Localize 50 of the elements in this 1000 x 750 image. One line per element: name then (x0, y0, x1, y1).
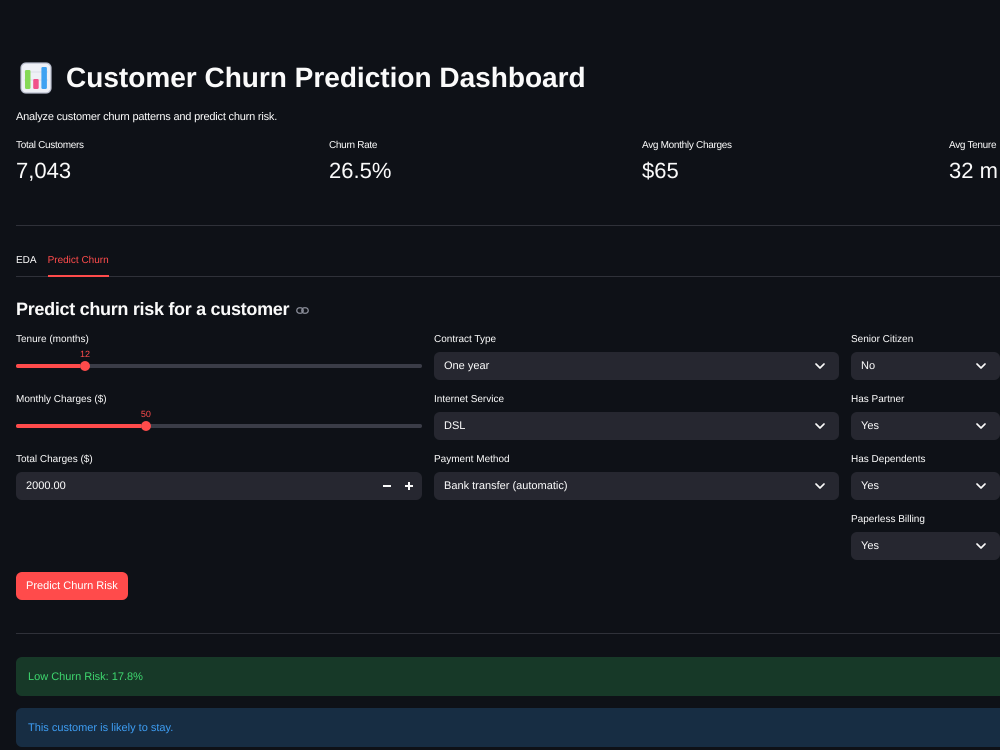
field-label: Monthly Charges ($) (16, 393, 107, 407)
page-title: Customer Churn Prediction Dashboard (66, 61, 586, 95)
slider-value: 12 (80, 349, 90, 359)
select-dropdown[interactable]: Bank transfer (automatic) (434, 472, 839, 500)
number-input[interactable]: 2000.00 (16, 472, 422, 500)
field-label: Senior Citizen (851, 333, 914, 347)
field-label: Has Partner (851, 393, 904, 407)
slider-track[interactable] (16, 364, 422, 368)
link-icon (296, 306, 310, 314)
metric-label: Churn Rate (329, 139, 378, 153)
select-dropdown[interactable]: No (851, 352, 1000, 380)
field-label: Tenure (months) (16, 333, 89, 347)
metric-value: $65 (642, 157, 679, 185)
slider-thumb[interactable] (80, 361, 90, 371)
select-dropdown[interactable]: Yes (851, 412, 1000, 440)
field-label: Total Charges ($) (16, 453, 93, 467)
select-dropdown[interactable]: DSL (434, 412, 839, 440)
tab[interactable]: Predict Churn (48, 254, 109, 277)
field-label: Internet Service (434, 393, 504, 407)
metric-value: 7,043 (16, 157, 72, 185)
success-message: Low Churn Risk: 17.8% (16, 657, 1000, 696)
slider-track[interactable] (16, 424, 422, 428)
select-dropdown[interactable]: Yes (851, 472, 1000, 500)
chevron-down-icon (976, 543, 986, 549)
slider-value: 50 (140, 409, 151, 419)
chevron-down-icon (976, 483, 986, 489)
chevron-down-icon (976, 423, 986, 429)
metric-value: 26.5% (329, 157, 392, 185)
minus-icon (383, 485, 391, 487)
field-label: Contract Type (434, 333, 496, 347)
chevron-down-icon (976, 363, 986, 369)
field-label: Payment Method (434, 453, 510, 467)
select-dropdown[interactable]: Yes (851, 532, 1000, 560)
section-heading: Predict churn risk for a customer (16, 298, 290, 321)
field-label: Paperless Billing (851, 513, 925, 527)
slider-thumb[interactable] (140, 421, 151, 431)
chevron-down-icon (815, 363, 825, 369)
plus-icon (405, 482, 413, 490)
field-label: Has Dependents (851, 453, 926, 467)
select-dropdown[interactable]: One year (434, 352, 839, 380)
metric-label: Avg Tenure (949, 139, 996, 153)
bar-chart-icon (20, 62, 52, 94)
metric-label: Total Customers (16, 139, 84, 153)
metric-label: Avg Monthly Charges (642, 139, 732, 153)
metric-value: 32 m (949, 157, 998, 185)
info-message: This customer is likely to stay. (16, 708, 1000, 747)
page-subtitle: Analyze customer churn patterns and predict churn risk. (16, 110, 278, 125)
chevron-down-icon (815, 423, 825, 429)
chevron-down-icon (815, 483, 825, 489)
tab[interactable]: EDA (16, 254, 37, 277)
